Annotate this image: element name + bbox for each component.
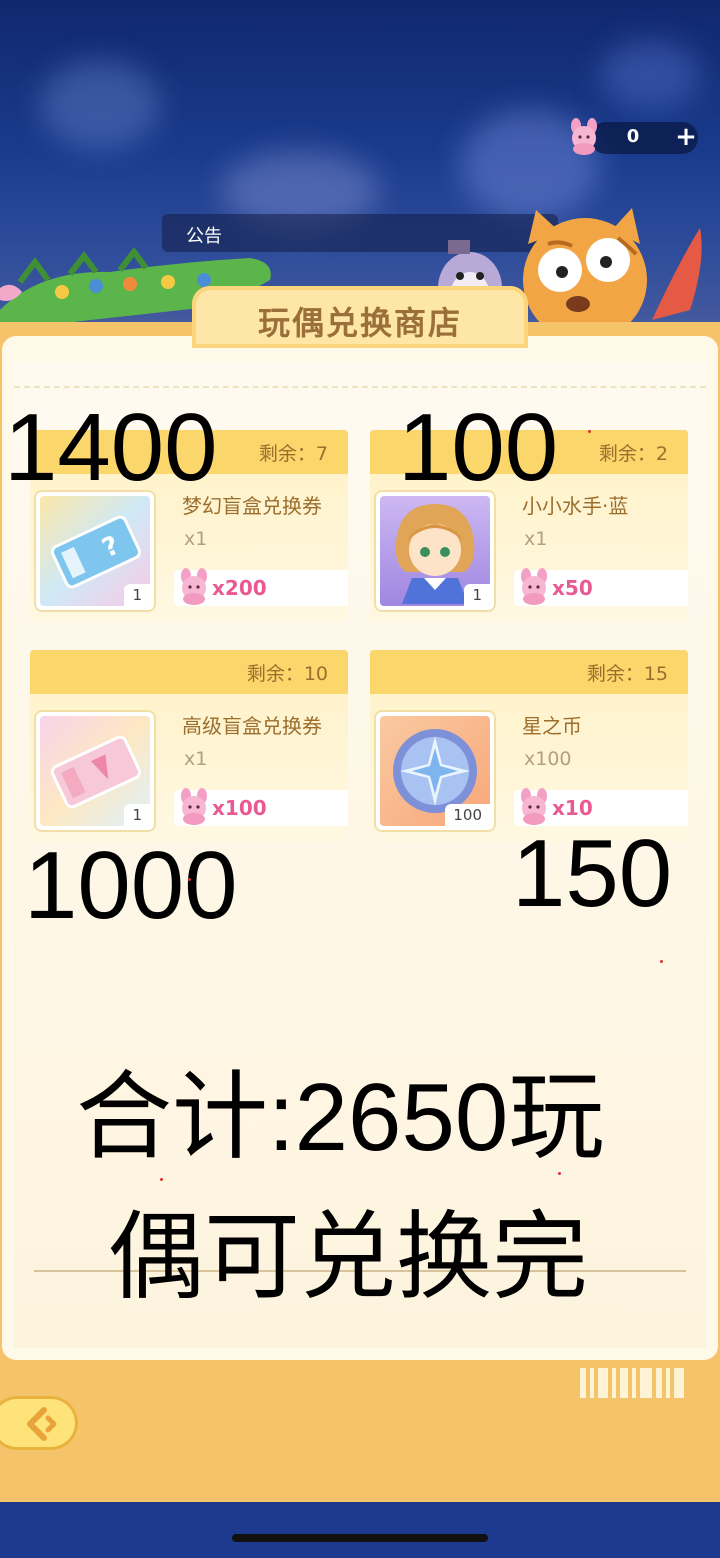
thumb-quantity: 1 bbox=[124, 584, 150, 606]
shop-item-card[interactable]: 剩余：15 100 星之币 x100 x10 bbox=[370, 650, 688, 842]
item-thumbnail: ? 1 bbox=[36, 492, 154, 610]
item-quantity: x1 bbox=[184, 528, 208, 550]
remaining-count: 剩余：15 bbox=[586, 663, 668, 685]
annotation-card1-total: 1400 bbox=[4, 394, 218, 501]
home-indicator[interactable] bbox=[232, 1534, 488, 1542]
back-arrow-icon bbox=[27, 1407, 57, 1441]
item-thumbnail: 1 bbox=[376, 492, 494, 610]
remaining-count: 剩余：7 bbox=[258, 443, 328, 465]
item-thumbnail: 1 bbox=[36, 712, 154, 830]
item-price: x200 bbox=[212, 576, 267, 600]
pink-bunny-doll-icon bbox=[516, 568, 552, 610]
remaining-count: 剩余：2 bbox=[598, 443, 668, 465]
thumb-quantity: 1 bbox=[464, 584, 490, 606]
annotation-summary-line: 合计:2650玩 bbox=[76, 1064, 605, 1171]
item-name: 高级盲盒兑换券 bbox=[182, 714, 322, 738]
annotation-card4-total: 150 bbox=[512, 820, 673, 927]
annotation-card3-total: 1000 bbox=[24, 832, 238, 939]
rainbow-ticket-icon: ? bbox=[50, 515, 142, 589]
annotation-summary-line: 偶可兑换完 bbox=[108, 1204, 588, 1311]
thumb-quantity: 100 bbox=[445, 804, 490, 826]
item-price: x50 bbox=[552, 576, 593, 600]
remaining-count: 剩余：10 bbox=[246, 663, 328, 685]
item-quantity: x100 bbox=[524, 748, 572, 770]
item-quantity: x1 bbox=[184, 748, 208, 770]
shop-title: 玩偶兑换商店 bbox=[257, 304, 462, 342]
bottom-safe-area bbox=[0, 1502, 720, 1558]
star-coin-icon bbox=[393, 729, 477, 813]
item-quantity: x1 bbox=[524, 528, 548, 550]
pink-ticket-icon bbox=[50, 735, 142, 809]
pink-bunny-doll-icon bbox=[176, 788, 212, 830]
barcode-decoration bbox=[580, 1368, 684, 1398]
item-thumbnail: 100 bbox=[376, 712, 494, 830]
annotation-card2-total: 100 bbox=[398, 394, 559, 501]
shop-item-card[interactable]: 剩余：10 1 高级盲盒兑换券 x1 x100 bbox=[30, 650, 348, 842]
item-price: x100 bbox=[212, 796, 267, 820]
pink-bunny-doll-icon bbox=[176, 568, 212, 610]
add-currency-button[interactable]: + bbox=[672, 121, 700, 153]
currency-count: 0 bbox=[626, 126, 640, 147]
item-name: 星之币 bbox=[522, 714, 582, 738]
pink-bunny-doll-icon bbox=[566, 118, 602, 160]
divider bbox=[14, 386, 706, 388]
item-price: x10 bbox=[552, 796, 593, 820]
thumb-quantity: 1 bbox=[124, 804, 150, 826]
